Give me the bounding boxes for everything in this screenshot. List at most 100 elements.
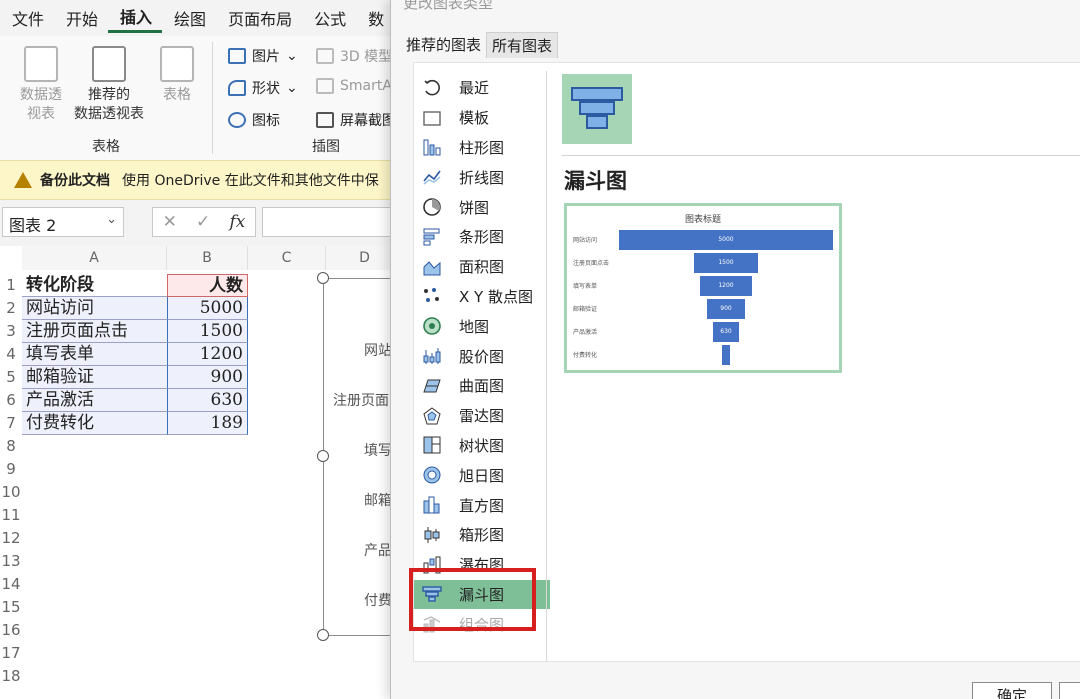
shapes-button[interactable]: 形状 ⌄: [228, 78, 298, 98]
chart-type-list: 最近 模板 柱形图 折线图 饼图条形图面积图 X Y 散点图地图股价图 曲面图 雷达图 树状图旭…: [414, 73, 550, 639]
row-header[interactable]: 5: [0, 366, 22, 389]
row-header[interactable]: 2: [0, 297, 22, 320]
smartart-button[interactable]: SmartA: [316, 78, 392, 94]
cell-count[interactable]: 5000: [167, 297, 248, 320]
cell-count[interactable]: 1200: [167, 343, 248, 366]
pivot-table-icon: [24, 46, 58, 82]
chart-type-label: 地图: [459, 317, 490, 336]
recommended-pivot-button[interactable]: 推荐的 数据透视表: [70, 46, 148, 124]
name-box[interactable]: 图表 2 ⌄: [2, 207, 124, 237]
chart-type-box-chart[interactable]: 箱形图: [414, 520, 550, 550]
formula-input[interactable]: [262, 207, 400, 237]
cell-stage[interactable]: 产品激活: [22, 389, 167, 412]
preview-category-label: 填写表单: [573, 283, 598, 290]
preview-funnel-bar: [721, 345, 731, 365]
chart-type-label: 条形图: [459, 228, 505, 247]
table-button[interactable]: 表格: [152, 46, 202, 105]
cell-count[interactable]: 189: [167, 412, 248, 435]
cell-b1[interactable]: 人数: [167, 274, 248, 297]
chart-type-pie-chart[interactable]: 饼图: [414, 192, 550, 222]
cell-stage[interactable]: 网站访问: [22, 297, 167, 320]
cell-stage[interactable]: 填写表单: [22, 343, 167, 366]
cell-stage[interactable]: 付费转化: [22, 412, 167, 435]
cell-count[interactable]: 1500: [167, 320, 248, 343]
screenshot-button[interactable]: 屏幕截图: [316, 110, 396, 130]
chart-type-column-chart[interactable]: 柱形图: [414, 133, 550, 163]
chart-type-recent[interactable]: 最近: [414, 73, 550, 103]
worksheet-grid[interactable]: A B C D 1 2 3 4 5 6 7 8 9 10 11 12 13 14 15 16 17 18 转化阶段…: [0, 246, 400, 699]
pivot-table-button[interactable]: 数据透 视表: [14, 46, 68, 124]
cell-stage[interactable]: 邮箱验证: [22, 366, 167, 389]
row-header[interactable]: 6: [0, 389, 22, 412]
row-header[interactable]: 14: [0, 573, 22, 596]
chart-type-treemap-chart[interactable]: 树状图: [414, 431, 550, 461]
row-header[interactable]: 8: [0, 435, 22, 458]
funnel-preview[interactable]: 图表标题 网站访问 5000 注册页面点击 1500 填写表单 1200 邮箱验证 900 产品…: [564, 203, 842, 373]
cell-a1[interactable]: 转化阶段: [22, 274, 167, 297]
row-header[interactable]: 7: [0, 412, 22, 435]
funnel-subtype-thumbnail[interactable]: [562, 74, 632, 144]
3d-model-button[interactable]: 3D 模型: [316, 46, 392, 66]
row-header[interactable]: 13: [0, 550, 22, 573]
chart-resize-handle[interactable]: [317, 450, 329, 462]
icons-button[interactable]: 图标: [228, 110, 280, 130]
row-header[interactable]: 15: [0, 596, 22, 619]
list-divider: [546, 71, 547, 661]
menu-data[interactable]: 数: [356, 6, 394, 30]
menu-insert[interactable]: 插入: [108, 4, 163, 33]
box-chart-icon: [422, 525, 442, 545]
menu-formulas[interactable]: 公式: [302, 6, 356, 30]
chart-type-folder[interactable]: 模板: [414, 103, 550, 133]
preview-category-label: 邮箱验证: [573, 306, 598, 313]
row-header[interactable]: 9: [0, 458, 22, 481]
row-header[interactable]: 18: [0, 665, 22, 688]
chart-type-scatter-chart[interactable]: X Y 散点图: [414, 282, 550, 312]
pie-chart-icon: [422, 197, 442, 217]
embedded-chart-category-label: 填写: [364, 443, 392, 459]
row-header[interactable]: 11: [0, 504, 22, 527]
cell-count[interactable]: 630: [167, 389, 248, 412]
row-header[interactable]: 4: [0, 343, 22, 366]
row-header[interactable]: 12: [0, 527, 22, 550]
row-header[interactable]: 16: [0, 619, 22, 642]
tab-recommended-charts[interactable]: 推荐的图表: [401, 32, 486, 58]
pictures-button[interactable]: 图片 ⌄: [228, 46, 298, 66]
menu-file[interactable]: 文件: [0, 6, 54, 30]
column-header-d[interactable]: D: [326, 246, 400, 270]
cell-stage[interactable]: 注册页面点击: [22, 320, 167, 343]
cancel-button[interactable]: [1059, 682, 1080, 699]
chart-type-line-chart[interactable]: 折线图: [414, 162, 550, 192]
menu-home[interactable]: 开始: [54, 6, 108, 30]
bar-chart-icon: [422, 227, 442, 247]
column-header-a[interactable]: A: [22, 246, 167, 270]
embedded-chart-category-label: 付费: [364, 593, 392, 609]
menu-page-layout[interactable]: 页面布局: [216, 6, 302, 30]
chart-type-area-chart[interactable]: 面积图: [414, 252, 550, 282]
insert-function-button[interactable]: fx: [230, 212, 246, 232]
row-header[interactable]: 17: [0, 642, 22, 665]
tab-all-charts[interactable]: 所有图表: [486, 32, 559, 58]
chart-type-label: 箱形图: [459, 526, 505, 545]
row-header[interactable]: 1: [0, 274, 22, 297]
chevron-down-icon[interactable]: ⌄: [106, 212, 117, 227]
chart-type-surface-chart[interactable]: 曲面图: [414, 371, 550, 401]
chart-type-radar-chart[interactable]: 雷达图: [414, 401, 550, 431]
confirm-formula-icon[interactable]: ✓: [196, 212, 210, 232]
chart-type-histogram-chart[interactable]: 直方图: [414, 490, 550, 520]
chart-resize-handle[interactable]: [317, 272, 329, 284]
chart-type-bar-chart[interactable]: 条形图: [414, 222, 550, 252]
surface-chart-icon: [422, 376, 442, 396]
row-header[interactable]: 3: [0, 320, 22, 343]
chart-type-map-chart[interactable]: 地图: [414, 311, 550, 341]
chart-resize-handle[interactable]: [317, 629, 329, 641]
chart-type-stock-chart[interactable]: 股价图: [414, 341, 550, 371]
cancel-formula-icon[interactable]: ✕: [163, 212, 177, 232]
column-header-c[interactable]: C: [248, 246, 326, 270]
menu-draw[interactable]: 绘图: [162, 6, 216, 30]
row-header[interactable]: 10: [0, 481, 22, 504]
formula-bar: 图表 2 ⌄ ✕ ✓ fx: [0, 205, 400, 239]
cell-count[interactable]: 900: [167, 366, 248, 389]
column-header-b[interactable]: B: [167, 246, 248, 270]
chart-type-sunburst-chart[interactable]: 旭日图: [414, 460, 550, 490]
ok-button[interactable]: 确定: [972, 682, 1052, 699]
